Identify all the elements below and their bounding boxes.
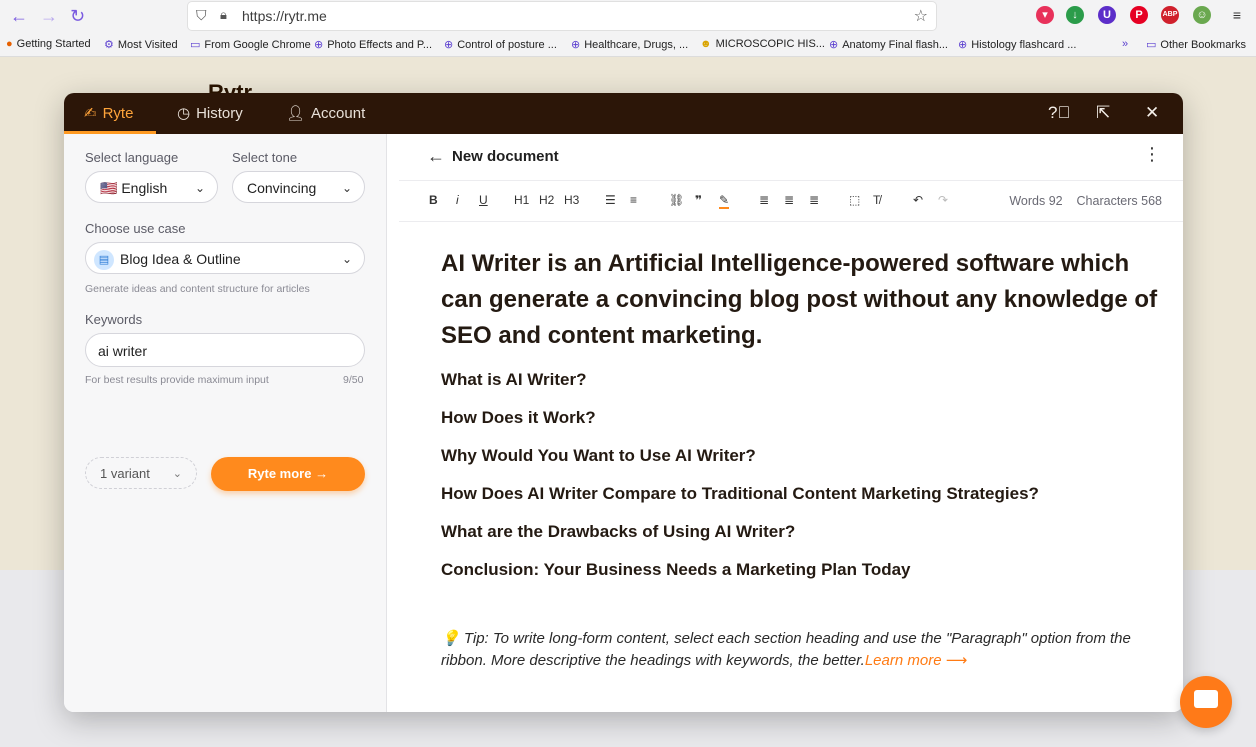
section-heading[interactable]: Conclusion: Your Business Needs a Market…	[441, 554, 1161, 592]
word-count: Words 92	[1009, 194, 1063, 208]
bullet-list-icon[interactable]: ☰	[605, 193, 616, 207]
back-arrow-icon[interactable]: ←	[427, 146, 445, 167]
bookmark-from-google-chrome[interactable]: ▭ From Google Chrome	[190, 38, 311, 51]
variant-select[interactable]: 1 variant ⌄	[85, 457, 197, 489]
keywords-hint: For best results provide maximum input	[85, 374, 269, 386]
more-options-icon[interactable]: ⋮	[1143, 144, 1161, 165]
ryte-more-button[interactable]: Ryte more →	[211, 457, 365, 491]
document-bar: ← New document ⋮	[399, 134, 1183, 181]
chevron-down-icon: ⌄	[194, 181, 205, 195]
clock-icon: ◷	[177, 105, 191, 122]
bookmark-other[interactable]: ▭ Other Bookmarks	[1146, 38, 1246, 51]
chevron-down-icon: ⌄	[341, 181, 352, 195]
tip-text: 💡 Tip: To write long-form content, selec…	[441, 630, 1131, 669]
keywords-input[interactable]: ai writer	[85, 333, 365, 367]
more-bookmarks-icon[interactable]: »	[1122, 38, 1128, 50]
tone-select[interactable]: Convincing ⌄	[232, 171, 365, 203]
blog-icon: ▤	[94, 250, 114, 271]
keywords-label: Keywords	[85, 312, 143, 327]
menu-icon[interactable]: ≡	[1228, 6, 1246, 24]
back-arrow-icon[interactable]: ←	[10, 6, 28, 27]
learn-more-link[interactable]: Learn more ⟶	[865, 652, 967, 669]
chevron-down-icon: ⌄	[172, 468, 182, 480]
modal-header: ✍ Ryte ◷ History 👤︎ Account ?⃝ ⇱ ✕	[64, 93, 1183, 134]
open-external-icon[interactable]: ⇱	[1096, 103, 1110, 123]
url-text: https://rytr.me	[242, 8, 327, 24]
redo-icon[interactable]: ↷	[938, 193, 948, 207]
bookmark-healthcare[interactable]: ⊕ Healthcare, Drugs, ...	[571, 38, 688, 51]
word-char-count: Words 92 Characters 568	[1009, 194, 1162, 208]
usecase-hint: Generate ideas and content structure for…	[85, 283, 310, 295]
section-heading[interactable]: What are the Drawbacks of Using AI Write…	[441, 516, 1161, 554]
chevron-down-icon: ⌄	[341, 252, 352, 266]
rytr-editor-modal: ✍ Ryte ◷ History 👤︎ Account ?⃝ ⇱ ✕ Select l…	[64, 93, 1183, 712]
h3-button[interactable]: H3	[564, 193, 579, 207]
extension-icon[interactable]: ☺	[1193, 6, 1211, 24]
tab-account[interactable]: 👤︎ Account	[286, 93, 365, 134]
editor-panel: ← New document ⋮ B i U H1 H2 H3 ☰ ≡ ⛓ ❞ …	[399, 134, 1183, 712]
ublock-icon[interactable]: U	[1098, 6, 1116, 24]
lock-icon: 🔒︎	[220, 7, 227, 22]
bold-button[interactable]: B	[429, 193, 438, 207]
forward-arrow-icon[interactable]: →	[40, 6, 58, 27]
download-icon[interactable]: ↓	[1066, 6, 1084, 24]
tone-label: Select tone	[232, 150, 298, 165]
h1-button[interactable]: H1	[514, 193, 529, 207]
highlight-icon[interactable]: ✎	[719, 193, 730, 209]
align-left-icon[interactable]: ≣	[759, 193, 769, 207]
chat-bubble-icon[interactable]	[1180, 676, 1232, 728]
bookmark-getting-started[interactable]: ● Getting Started	[6, 38, 91, 50]
align-center-icon[interactable]: ≣	[784, 193, 794, 207]
quote-icon[interactable]: ❞	[695, 193, 702, 207]
bookmark-histology[interactable]: ⊕ Histology flashcard ...	[958, 38, 1076, 51]
usecase-select[interactable]: ▤ Blog Idea & Outline ⌄	[85, 242, 365, 274]
section-heading[interactable]: How Does it Work?	[441, 402, 1161, 440]
bookmark-anatomy[interactable]: ⊕ Anatomy Final flash...	[829, 38, 948, 51]
undo-icon[interactable]: ↶	[913, 193, 923, 207]
underline-button[interactable]: U	[479, 193, 488, 207]
numbered-list-icon[interactable]: ≡	[630, 193, 637, 207]
link-icon[interactable]: ⛓	[669, 193, 684, 207]
h2-button[interactable]: H2	[539, 193, 554, 207]
italic-button[interactable]: i	[456, 193, 459, 207]
tab-history[interactable]: ◷ History	[177, 93, 243, 134]
adblock-icon[interactable]: ABP	[1161, 6, 1179, 24]
left-panel: Select language Select tone 🇺🇸 English ⌄…	[64, 134, 387, 712]
close-icon[interactable]: ✕	[1145, 103, 1159, 123]
clear-format-icon[interactable]: T̸	[873, 193, 880, 207]
character-count: Characters 568	[1076, 194, 1162, 208]
browser-toolbar: ← → ↻ ⛉ 🔒︎ https://rytr.me ☆ ▾ ↓ U P ABP…	[0, 0, 1256, 32]
bookmark-control-of-posture[interactable]: ⊕ Control of posture ...	[444, 38, 557, 51]
tab-ryte[interactable]: ✍ Ryte	[84, 93, 133, 134]
section-heading[interactable]: How Does AI Writer Compare to Traditiona…	[441, 478, 1161, 516]
select-all-icon[interactable]: ⬚	[849, 193, 860, 207]
user-icon: 👤︎	[286, 105, 306, 122]
usecase-label: Choose use case	[85, 221, 186, 236]
align-right-icon[interactable]: ≣	[809, 193, 819, 207]
document-title[interactable]: New document	[452, 148, 559, 165]
formatting-toolbar: B i U H1 H2 H3 ☰ ≡ ⛓ ❞ ✎ ≣ ≣ ≣ ⬚ T̸ ↶ ↷ …	[399, 181, 1183, 222]
keywords-count: 9/50	[343, 374, 364, 386]
help-icon[interactable]: ?⃝	[1048, 103, 1070, 123]
bookmark-most-visited[interactable]: ⚙ Most Visited	[104, 38, 178, 51]
section-heading[interactable]: Why Would You Want to Use AI Writer?	[441, 440, 1161, 478]
document-heading[interactable]: AI Writer is an Artificial Intelligence-…	[441, 246, 1161, 354]
bookmarks-bar: ● Getting Started ⚙ Most Visited ▭ From Goo…	[0, 32, 1256, 57]
document-content[interactable]: AI Writer is an Artificial Intelligence-…	[441, 246, 1161, 592]
language-select[interactable]: 🇺🇸 English ⌄	[85, 171, 218, 203]
pocket-icon[interactable]: ▾	[1036, 6, 1054, 24]
url-bar[interactable]: ⛉ 🔒︎ https://rytr.me ☆	[188, 2, 936, 30]
language-label: Select language	[85, 150, 179, 165]
reload-icon[interactable]: ↻	[70, 6, 85, 27]
shield-icon: ⛉	[196, 7, 207, 23]
bookmark-photo-effects[interactable]: ⊕ Photo Effects and P...	[314, 38, 432, 51]
pinterest-icon[interactable]: P	[1130, 6, 1148, 24]
section-heading[interactable]: What is AI Writer?	[441, 364, 1161, 402]
bookmark-microscopic[interactable]: ☻ MICROSCOPIC HIS...	[700, 38, 825, 50]
writing-hand-icon: ✍	[84, 105, 97, 122]
bookmark-star-icon[interactable]: ☆	[914, 6, 928, 26]
